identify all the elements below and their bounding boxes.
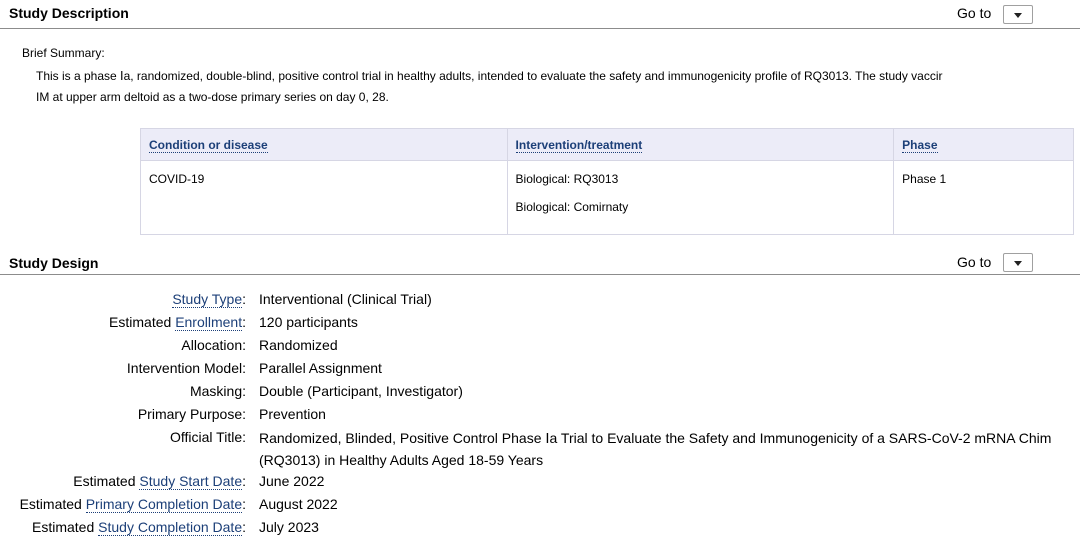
brief-summary-text: This is a phase Ⅰa, randomized, double-b… (36, 66, 1080, 108)
chevron-down-icon (1014, 261, 1022, 266)
column-header-phase[interactable]: Phase (893, 128, 1074, 161)
intervention-item: Biological: Comirnaty (515, 200, 629, 214)
study-design-title: Study Design (9, 255, 99, 271)
official-title-value: Randomized, Blinded, Positive Control Ph… (259, 430, 1052, 468)
goto-label: Go to (957, 5, 992, 21)
primary-completion-value: August 2022 (259, 496, 338, 512)
goto-label: Go to (957, 254, 992, 270)
design-row-enrollment: Estimated Enrollment: 120 participants (109, 314, 358, 331)
study-completion-date-link[interactable]: Study Completion Date (98, 519, 243, 536)
design-row-primary-purpose: Primary Purpose: Prevention (137, 406, 326, 422)
column-header-intervention[interactable]: Intervention/treatment (506, 128, 895, 161)
brief-summary-line: This is a phase Ⅰa, randomized, double-b… (36, 69, 943, 83)
primary-completion-date-link[interactable]: Primary Completion Date (85, 496, 243, 513)
design-row-study-completion: Estimated Study Completion Date: July 20… (32, 519, 319, 536)
design-row-masking: Masking: Double (Participant, Investigat… (189, 383, 463, 399)
enrollment-link[interactable]: Enrollment (175, 314, 243, 331)
study-type-link[interactable]: Study Type (172, 291, 243, 308)
design-row-official-title: Official Title: Randomized, Blinded, Pos… (0, 427, 1080, 471)
study-start-date-link[interactable]: Study Start Date (139, 473, 243, 490)
goto-dropdown-button[interactable] (1003, 5, 1033, 24)
design-row-primary-completion: Estimated Primary Completion Date: Augus… (19, 496, 338, 513)
table-row: COVID-19 Biological: RQ3013 Biological: … (140, 160, 1074, 235)
intervention-cell: Biological: RQ3013 Biological: Comirnaty (506, 160, 895, 235)
table-header-row: Condition or disease Intervention/treatm… (140, 128, 1074, 161)
start-date-value: June 2022 (259, 473, 325, 489)
intervention-item: Biological: RQ3013 (515, 172, 619, 186)
chevron-down-icon (1014, 13, 1022, 18)
study-description-header: Study Description Go to (0, 5, 1080, 29)
design-row-start-date: Estimated Study Start Date: June 2022 (73, 473, 325, 490)
condition-cell: COVID-19 (140, 160, 508, 235)
brief-summary-line: IM at upper arm deltoid as a two-dose pr… (36, 90, 389, 104)
masking-value: Double (Participant, Investigator) (259, 383, 463, 399)
study-design-header: Study Design Go to (0, 253, 1080, 275)
study-type-value: Interventional (Clinical Trial) (259, 291, 432, 307)
design-row-intervention-model: Intervention Model: Parallel Assignment (126, 360, 382, 376)
brief-summary-label: Brief Summary: (22, 46, 105, 60)
allocation-value: Randomized (259, 337, 338, 353)
phase-cell: Phase 1 (893, 160, 1074, 235)
study-description-title: Study Description (9, 5, 129, 21)
enrollment-value: 120 participants (259, 314, 358, 330)
column-header-condition[interactable]: Condition or disease (140, 128, 508, 161)
study-completion-value: July 2023 (259, 519, 319, 535)
design-row-study-type: Study Type: Interventional (Clinical Tri… (172, 291, 432, 308)
design-row-allocation: Allocation: Randomized (181, 337, 338, 353)
goto-dropdown-button[interactable] (1003, 253, 1033, 272)
intervention-model-value: Parallel Assignment (259, 360, 382, 376)
primary-purpose-value: Prevention (259, 406, 326, 422)
conditions-table: Condition or disease Intervention/treatm… (140, 128, 1074, 235)
